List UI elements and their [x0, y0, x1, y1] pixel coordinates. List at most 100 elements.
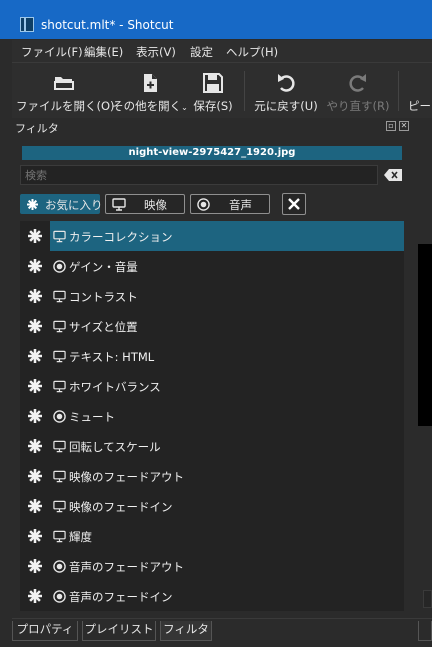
filter-name: 輝度 [69, 530, 92, 544]
filter-list-item[interactable]: ミュート [20, 401, 404, 431]
filter-list-item[interactable]: 音声のフェードアウト [20, 551, 404, 581]
main-toolbar: ファイルを開く(O) その他を開く⌄ 保存(S) 元に戻す(U) やり直す(R) [12, 62, 432, 120]
filter-list-item[interactable]: 音声のフェードイン [20, 581, 404, 611]
tab-filters[interactable]: フィルタ [160, 621, 212, 641]
filter-list-item[interactable]: カラーコレクション [20, 221, 404, 251]
favorites-category-button[interactable]: お気に入り [20, 194, 103, 214]
filter-list-item[interactable]: 映像のフェードイン [20, 491, 404, 521]
peak-meter-label: ピー [408, 99, 431, 113]
monitor-icon [53, 500, 66, 513]
monitor-icon [53, 440, 66, 453]
filter-list-item[interactable]: 輝度 [20, 521, 404, 551]
menu-edit[interactable]: 編集(E) [84, 44, 123, 60]
close-filter-selector-button[interactable] [282, 193, 306, 215]
open-other-button[interactable]: その他を開く⌄ [112, 63, 188, 119]
monitor-icon [53, 530, 66, 543]
tab-properties[interactable]: プロパティ [12, 621, 78, 641]
filter-name: ホワイトバランス [69, 380, 161, 394]
toolbar-separator [398, 71, 399, 111]
favorite-star-icon[interactable] [28, 409, 42, 423]
filter-list[interactable]: カラーコレクション ゲイン・音量コントラストサイズと位置テキスト: HTML ホワイ… [20, 221, 404, 611]
speaker-icon [53, 260, 66, 273]
peak-meter-button[interactable]: ピー [404, 63, 432, 119]
speaker-icon [53, 590, 66, 603]
filter-name: 映像のフェードイン [69, 500, 173, 514]
undock-icon[interactable]: ▫ [386, 121, 396, 131]
save-icon [203, 73, 223, 93]
speaker-icon [197, 198, 210, 211]
menu-settings[interactable]: 設定 [190, 44, 213, 60]
favorite-star-icon[interactable] [28, 319, 42, 333]
filter-name: ミュート [69, 410, 115, 424]
undo-button[interactable]: 元に戻す(U) [252, 63, 320, 119]
file-plus-icon [144, 74, 157, 92]
x-icon [288, 198, 300, 210]
video-category-button[interactable]: 映像 [105, 194, 185, 214]
menu-file[interactable]: ファイル(F) [21, 44, 83, 60]
video-preview [418, 244, 432, 426]
speaker-icon [53, 410, 66, 423]
save-label: 保存(S) [193, 99, 233, 113]
menu-bar: ファイル(F) 編集(E) 表示(V) 設定 ヘルプ(H) [12, 40, 432, 62]
open-other-label: その他を開く⌄ [112, 99, 188, 113]
filter-name: ゲイン・音量 [69, 260, 138, 274]
title-bar: shotcut.mlt* - Shotcut [0, 0, 432, 39]
menu-help[interactable]: ヘルプ(H) [226, 44, 278, 60]
filter-name: 映像のフェードアウト [69, 470, 184, 484]
favorite-star-icon[interactable] [28, 529, 42, 543]
menu-view[interactable]: 表示(V) [136, 44, 176, 60]
current-clip-name: night-view-2975427_1920.jpg [22, 146, 402, 160]
audio-label: 音声 [229, 198, 252, 212]
favorite-star-icon[interactable] [28, 379, 42, 393]
toolbar-separator [244, 71, 245, 111]
favorite-star-icon[interactable] [28, 589, 42, 603]
close-icon[interactable]: ✕ [399, 121, 409, 131]
save-button[interactable]: 保存(S) [188, 63, 238, 119]
filter-name: サイズと位置 [69, 320, 138, 334]
monitor-icon [53, 230, 66, 243]
shotcut-app-icon [20, 17, 34, 32]
filter-list-item[interactable]: テキスト: HTML [20, 341, 404, 371]
redo-label: やり直す(R) [326, 99, 390, 113]
panel-title: フィルタ [15, 122, 59, 135]
favorites-label: お気に入り [45, 198, 103, 212]
monitor-icon [53, 380, 66, 393]
favorite-star-icon[interactable] [28, 259, 42, 273]
favorite-star-icon[interactable] [28, 499, 42, 513]
monitor-icon [112, 198, 126, 211]
filters-panel-header: フィルタ ▫ ✕ [12, 118, 412, 136]
tab-playlist[interactable]: プレイリスト [82, 621, 156, 641]
folder-open-icon [54, 77, 74, 90]
player-control[interactable] [423, 590, 432, 608]
tab-overflow[interactable] [418, 621, 432, 641]
search-input[interactable] [25, 169, 365, 182]
audio-category-button[interactable]: 音声 [190, 194, 270, 214]
open-file-button[interactable]: ファイルを開く(O) [16, 63, 115, 119]
filter-name: カラーコレクション [69, 230, 173, 244]
filter-list-item[interactable]: コントラスト [20, 281, 404, 311]
filter-name: 回転してスケール [69, 440, 161, 454]
favorite-star-icon[interactable] [28, 469, 42, 483]
undo-label: 元に戻す(U) [254, 99, 318, 113]
filter-list-item[interactable]: ホワイトバランス [20, 371, 404, 401]
speaker-icon [53, 560, 66, 573]
filter-list-item[interactable]: サイズと位置 [20, 311, 404, 341]
favorite-star-icon[interactable] [28, 229, 42, 243]
filter-list-item[interactable]: 回転してスケール [20, 431, 404, 461]
clear-search-icon[interactable] [384, 169, 402, 181]
search-field[interactable] [20, 165, 378, 185]
open-file-label: ファイルを開く(O) [16, 99, 115, 113]
favorite-star-icon[interactable] [28, 349, 42, 363]
favorite-star-icon[interactable] [28, 289, 42, 303]
redo-button[interactable]: やり直す(R) [326, 63, 390, 119]
bottom-tab-bar: プロパティ プレイリスト フィルタ [12, 618, 432, 647]
monitor-icon [53, 290, 66, 303]
filter-list-item[interactable]: 映像のフェードアウト [20, 461, 404, 491]
video-label: 映像 [144, 198, 167, 212]
filter-list-item[interactable]: ゲイン・音量 [20, 251, 404, 281]
redo-icon [349, 74, 366, 92]
filter-name: テキスト: HTML [69, 350, 155, 364]
favorite-star-icon[interactable] [28, 439, 42, 453]
window-title: shotcut.mlt* - Shotcut [41, 18, 174, 32]
favorite-star-icon[interactable] [28, 559, 42, 573]
